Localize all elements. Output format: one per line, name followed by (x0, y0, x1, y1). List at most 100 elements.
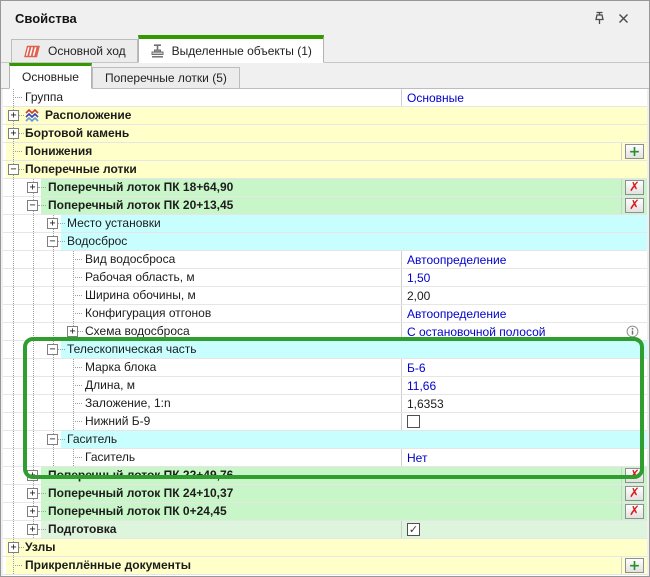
row-button-cell: + (621, 557, 647, 574)
tree-guide (33, 395, 34, 412)
tree-connector (73, 457, 82, 458)
row-label: Расположение (45, 107, 131, 124)
value-cell[interactable]: 2,00 (401, 287, 645, 304)
row-label: Поперечный лоток ПК 20+13,45 (48, 197, 233, 214)
tree-connector (38, 205, 46, 206)
expand-toggle[interactable]: + (8, 128, 19, 139)
tree-guide (33, 269, 34, 286)
grid-row[interactable]: +Поперечный лоток ПК 0+24,45✗ (3, 503, 647, 521)
expand-toggle[interactable]: + (8, 542, 19, 553)
grid-row[interactable]: ГасительНет (3, 449, 647, 467)
delete-row-button[interactable]: ✗ (625, 198, 644, 213)
grid-row[interactable]: −Телескопическая часть (3, 341, 647, 359)
expand-toggle[interactable]: + (27, 488, 38, 499)
tree-guide (13, 413, 14, 430)
row-label: Поперечные лотки (25, 161, 137, 178)
add-item-button[interactable]: + (625, 558, 644, 573)
expand-toggle[interactable]: + (67, 326, 78, 337)
info-icon[interactable] (626, 325, 639, 338)
tree-guide (53, 377, 54, 394)
delete-row-button[interactable]: ✗ (625, 486, 644, 501)
expand-toggle[interactable]: + (27, 524, 38, 535)
subtab-cross-trays[interactable]: Поперечные лотки (5) (92, 67, 240, 88)
grid-row[interactable]: Длина, м11,66 (3, 377, 647, 395)
value-cell[interactable]: С остановочной полосой (401, 323, 645, 340)
tree-guide (13, 215, 14, 232)
tree-connector (73, 277, 82, 278)
grid-row[interactable]: ГруппаОсновные (3, 89, 647, 107)
expand-toggle[interactable]: − (47, 434, 58, 445)
tree-guide (33, 233, 34, 250)
delete-row-button[interactable]: ✗ (625, 468, 644, 483)
value-cell[interactable]: 1,50 (401, 269, 645, 286)
grid-row[interactable]: +Поперечный лоток ПК 18+64,90✗ (3, 179, 647, 197)
expand-toggle[interactable]: + (27, 506, 38, 517)
expand-toggle[interactable]: + (47, 218, 58, 229)
tree-connector (13, 97, 22, 98)
grid-row[interactable]: +Поперечный лоток ПК 24+10,37✗ (3, 485, 647, 503)
value-cell[interactable]: Нет (401, 449, 645, 466)
grid-row[interactable]: +Место установки (3, 215, 647, 233)
value-cell[interactable]: Автоопределение (401, 305, 645, 322)
grid-row[interactable]: −Поперечный лоток ПК 20+13,45 ✗ (3, 197, 647, 215)
grid-row[interactable]: Вид водосбросаАвтоопределение (3, 251, 647, 269)
grid-row[interactable]: +Схема водосбросаС остановочной полосой (3, 323, 647, 341)
tree-connector (73, 421, 82, 422)
grid-row[interactable]: +Поперечный лоток ПК 22+49,76✗ (3, 467, 647, 485)
grid-row[interactable]: Марка блокаБ-6 (3, 359, 647, 377)
value-cell[interactable] (401, 413, 645, 430)
grid-row[interactable]: −Гаситель (3, 431, 647, 449)
checkbox-checked[interactable]: ✓ (407, 523, 420, 536)
delete-row-button[interactable]: ✗ (625, 180, 644, 195)
tab-selected-objects[interactable]: Выделенные объекты (1) (138, 35, 324, 63)
value-cell[interactable]: Б-6 (401, 359, 645, 376)
property-grid: ГруппаОсновные + Расположение+Бортовой кам… (3, 89, 647, 576)
tree-guide (13, 521, 14, 538)
row-label: Ширина обочины, м (85, 287, 196, 304)
tree-connector (58, 349, 65, 350)
tree-connector (13, 565, 22, 566)
tree-guide (13, 467, 14, 484)
grid-row[interactable]: +Подготовка✓ (3, 521, 647, 539)
expand-toggle[interactable]: − (27, 200, 38, 211)
grid-row[interactable]: +Узлы (3, 539, 647, 557)
expand-toggle[interactable]: + (27, 182, 38, 193)
grid-row[interactable]: Нижний Б-9 (3, 413, 647, 431)
grid-row[interactable]: +Бортовой камень (3, 125, 647, 143)
properties-panel: Свойства Основной ходВыделенные объекты … (0, 0, 650, 577)
checkbox-unchecked[interactable] (407, 415, 420, 428)
tree-connector (19, 169, 24, 170)
grid-row[interactable]: Рабочая область, м1,50 (3, 269, 647, 287)
grid-row[interactable]: Прикреплённые документы+ (3, 557, 647, 575)
value-cell[interactable]: Основные (401, 89, 645, 106)
expand-toggle[interactable]: + (8, 110, 19, 121)
value-cell[interactable]: Автоопределение (401, 251, 645, 268)
tree-connector (73, 385, 82, 386)
tab-main-route[interactable]: Основной ход (11, 39, 138, 62)
expand-toggle[interactable]: + (27, 470, 38, 481)
tree-guide (13, 269, 14, 286)
grid-row[interactable]: Заложение, 1:n 1,6353 (3, 395, 647, 413)
grid-row[interactable]: + Расположение (3, 107, 647, 125)
row-highlight (61, 431, 647, 448)
grid-row[interactable]: Понижения+ (3, 143, 647, 161)
close-icon[interactable] (611, 8, 635, 28)
value-text: 1,50 (407, 271, 430, 285)
add-plus-icon: + (629, 146, 641, 158)
add-item-button[interactable]: + (625, 144, 644, 159)
grid-row[interactable]: Конфигурация отгоновАвтоопределение (3, 305, 647, 323)
row-label: Заложение, 1:n (85, 395, 171, 412)
delete-row-button[interactable]: ✗ (625, 504, 644, 519)
subtab-general[interactable]: Основные (9, 63, 92, 89)
expand-toggle[interactable]: − (47, 236, 58, 247)
expand-toggle[interactable]: − (8, 164, 19, 175)
value-cell[interactable]: 1,6353 (401, 395, 645, 412)
value-cell[interactable]: 11,66 (401, 377, 645, 394)
grid-row[interactable]: −Водосброс (3, 233, 647, 251)
grid-row[interactable]: −Поперечные лотки (3, 161, 647, 179)
tree-guide (33, 413, 34, 430)
expand-toggle[interactable]: − (47, 344, 58, 355)
value-cell[interactable]: ✓ (401, 521, 645, 538)
grid-row[interactable]: Ширина обочины, м 2,00 (3, 287, 647, 305)
pin-icon[interactable] (587, 8, 611, 28)
